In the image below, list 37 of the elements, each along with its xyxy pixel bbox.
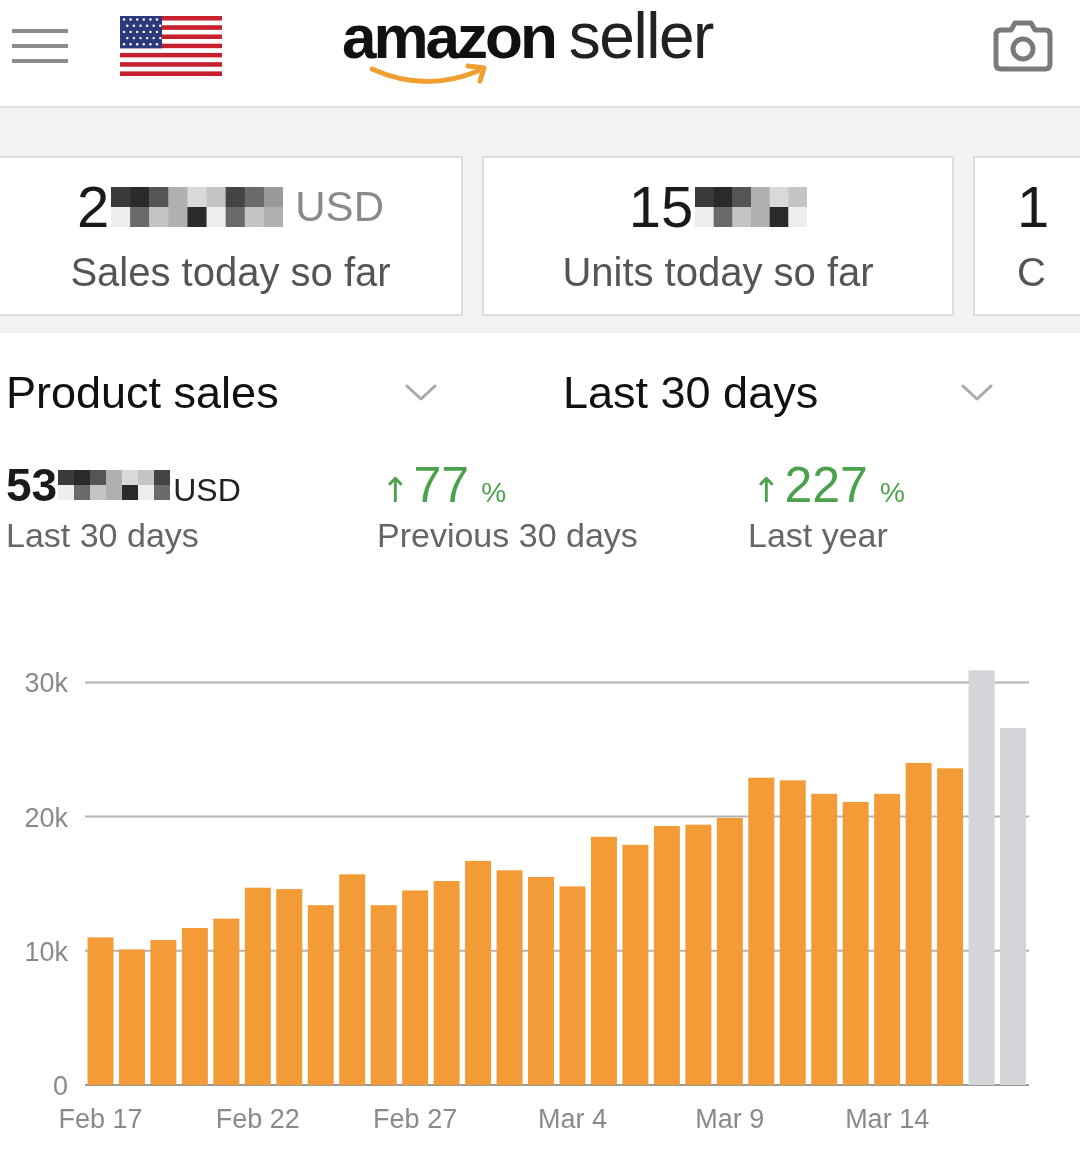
- dropdown[interactable]: Product sales: [6, 363, 437, 423]
- y-axis-label: 0: [52, 1071, 68, 1101]
- x-axis-label: Mar 14: [845, 1104, 930, 1134]
- card-value: 2: [77, 177, 110, 237]
- x-axis-label: Feb 27: [373, 1104, 458, 1134]
- dropdown[interactable]: Last 30 days: [563, 363, 993, 423]
- menu-icon[interactable]: [12, 29, 68, 63]
- metric-label: Last year: [748, 515, 889, 555]
- metric-label: Previous 30 days: [377, 515, 639, 555]
- card-label: Sales today so far: [70, 249, 391, 295]
- metric-label: Last 30 days: [6, 515, 200, 555]
- flag-icon[interactable]: [120, 16, 222, 76]
- camera-icon[interactable]: [993, 20, 1053, 72]
- y-axis-label: 20k: [24, 802, 68, 833]
- card-value: 15: [628, 177, 694, 237]
- change-value: 77: [413, 456, 470, 515]
- card-label: C: [1017, 249, 1046, 295]
- trend-arrow: ↑: [381, 469, 410, 512]
- y-axis-label: 10k: [24, 936, 68, 967]
- x-axis-label: Mar 4: [537, 1104, 607, 1134]
- trend-arrow: ↑: [752, 469, 781, 512]
- chevron-down-icon: [961, 384, 993, 402]
- brand-name: amazon: [342, 6, 555, 68]
- percent-sign: %: [481, 476, 507, 510]
- percent-sign: %: [879, 476, 905, 510]
- change-value: 227: [784, 456, 868, 515]
- card-value: 1: [1017, 177, 1050, 237]
- currency-unit: USD: [295, 182, 384, 232]
- x-axis-label: Mar 9: [695, 1104, 765, 1134]
- metric-value: 53: [6, 458, 58, 513]
- x-axis-label: Feb 22: [215, 1104, 300, 1134]
- card-label: Units today so far: [562, 249, 874, 295]
- currency-unit: USD: [173, 471, 241, 510]
- y-axis-label: 30k: [24, 668, 68, 699]
- x-axis-label: Feb 17: [58, 1104, 143, 1134]
- product-name: seller: [568, 5, 713, 67]
- chevron-down-icon: [405, 384, 437, 402]
